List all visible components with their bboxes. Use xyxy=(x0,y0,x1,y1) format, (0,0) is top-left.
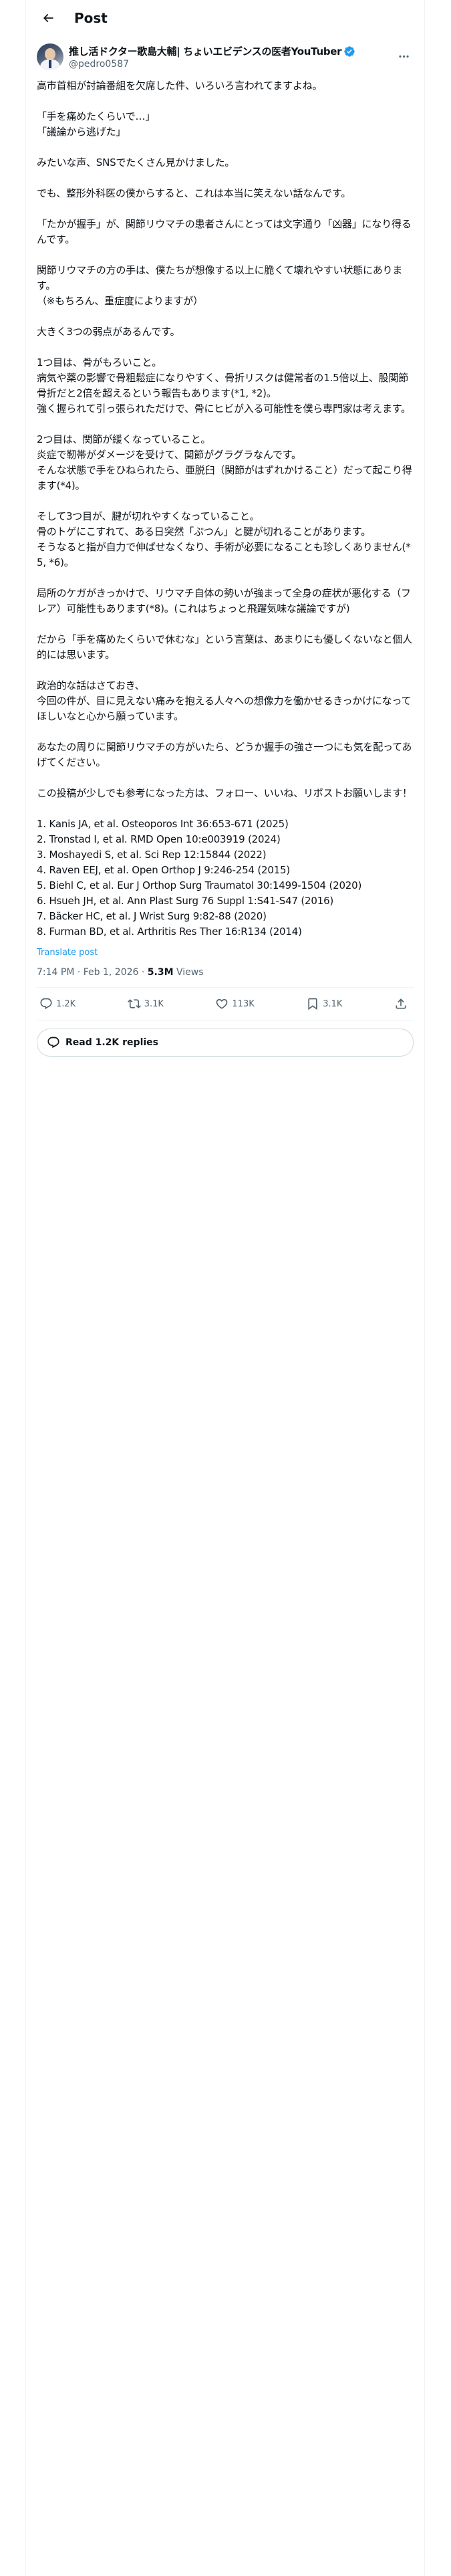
main-column: Post 推し活ドクター歌島大輔| ちょいエビデンスの医者YouTuber @p… xyxy=(25,0,425,2576)
author-info: 推し活ドクター歌島大輔| ちょいエビデンスの医者YouTuber @pedro0… xyxy=(69,44,355,70)
action-bar: 1.2K 3.1K 113K 3.1K xyxy=(37,988,414,1021)
author-row: 推し活ドクター歌島大輔| ちょいエビデンスの医者YouTuber @pedro0… xyxy=(37,43,414,70)
like-icon xyxy=(216,998,228,1009)
back-button[interactable] xyxy=(37,7,59,29)
post-meta: 7:14 PM · Feb 1, 2026 · 5.3M Views xyxy=(37,967,414,988)
read-replies-button[interactable]: Read 1.2K replies xyxy=(37,1029,414,1057)
translate-post-link[interactable]: Translate post xyxy=(37,948,414,958)
post-body: 高市首相が討論番組を欠席した件、いろいろ言われてますよね。 「手を痛めたくらいで… xyxy=(37,80,412,938)
reply-button[interactable]: 1.2K xyxy=(39,997,76,1010)
meta-separator: · xyxy=(138,967,148,978)
reply-count: 1.2K xyxy=(56,998,76,1009)
repost-count: 3.1K xyxy=(144,998,164,1009)
avatar[interactable] xyxy=(37,43,63,70)
views-count: 5.3M xyxy=(147,967,174,978)
page-title: Post xyxy=(74,9,108,26)
bookmark-count: 3.1K xyxy=(323,998,343,1009)
post: 推し活ドクター歌島大輔| ちょいエビデンスの医者YouTuber @pedro0… xyxy=(26,35,424,1057)
like-count: 113K xyxy=(232,998,255,1009)
bookmark-button[interactable]: 3.1K xyxy=(306,997,342,1010)
more-icon xyxy=(398,55,409,58)
share-button[interactable] xyxy=(394,997,411,1010)
like-button[interactable]: 113K xyxy=(215,997,255,1010)
verified-badge-icon xyxy=(344,45,355,57)
post-timestamp[interactable]: 7:14 PM · Feb 1, 2026 xyxy=(37,967,138,978)
read-replies-label: Read 1.2K replies xyxy=(65,1037,158,1048)
more-button[interactable] xyxy=(394,46,414,66)
share-icon xyxy=(396,998,406,1009)
name-line: 推し活ドクター歌島大輔| ちょいエビデンスの医者YouTuber xyxy=(69,44,355,58)
repost-icon xyxy=(127,999,141,1008)
replies-bubble-icon xyxy=(47,1037,59,1049)
back-arrow-icon xyxy=(43,13,53,22)
author-display-name[interactable]: 推し活ドクター歌島大輔| ちょいエビデンスの医者YouTuber xyxy=(69,44,342,58)
views-label: Views xyxy=(173,967,204,978)
reply-icon xyxy=(40,998,52,1010)
author-handle[interactable]: @pedro0587 xyxy=(69,59,355,70)
repost-button[interactable]: 3.1K xyxy=(127,997,164,1010)
bookmark-icon xyxy=(308,998,317,1010)
page-header: Post xyxy=(26,0,424,35)
